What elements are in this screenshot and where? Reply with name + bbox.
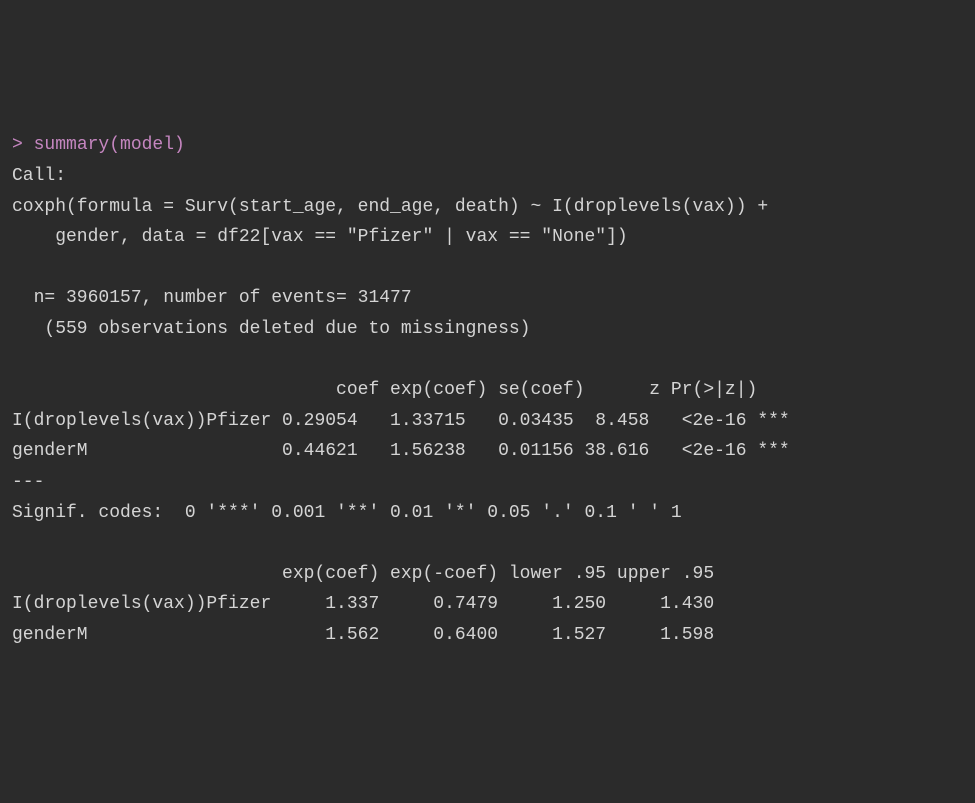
r-command: summary(model) <box>34 135 185 155</box>
prompt-symbol: > <box>12 135 34 155</box>
missingness-line: (559 observations deleted due to missing… <box>12 314 963 345</box>
n-events-line: n= 3960157, number of events= 31477 <box>12 283 963 314</box>
signif-codes: Signif. codes: 0 '***' 0.001 '**' 0.01 '… <box>12 498 963 529</box>
blank-line-3 <box>12 528 963 559</box>
blank-line-1 <box>12 253 963 284</box>
blank-line-2 <box>12 345 963 376</box>
call-formula-line2: gender, data = df22[vax == "Pfizer" | va… <box>12 222 963 253</box>
command-line: > summary(model) <box>12 130 963 161</box>
coef-table-header: coef exp(coef) se(coef) z Pr(>|z|) <box>12 375 963 406</box>
call-formula-line1: coxph(formula = Surv(start_age, end_age,… <box>12 192 963 223</box>
ci-table-header: exp(coef) exp(-coef) lower .95 upper .95 <box>12 559 963 590</box>
coef-row-gender: genderM 0.44621 1.56238 0.01156 38.616 <… <box>12 436 963 467</box>
call-label: Call: <box>12 161 963 192</box>
ci-row-pfizer: I(droplevels(vax))Pfizer 1.337 0.7479 1.… <box>12 589 963 620</box>
separator: --- <box>12 467 963 498</box>
coef-row-pfizer: I(droplevels(vax))Pfizer 0.29054 1.33715… <box>12 406 963 437</box>
ci-row-gender: genderM 1.562 0.6400 1.527 1.598 <box>12 620 963 651</box>
